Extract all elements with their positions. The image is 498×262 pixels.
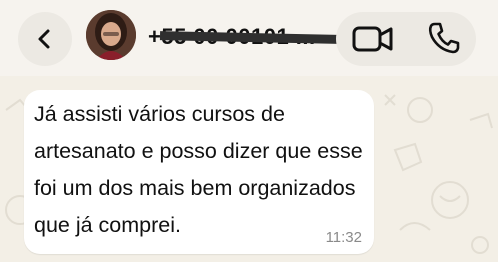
contact-avatar[interactable] — [86, 10, 136, 60]
video-call-button[interactable] — [352, 22, 394, 56]
message-timestamp: 11:32 — [325, 229, 362, 246]
phone-icon — [428, 22, 460, 54]
video-camera-icon — [352, 26, 393, 52]
chevron-left-icon — [38, 29, 50, 49]
chat-header: +55 00 00101 ... — [0, 0, 498, 76]
avatar-photo-icon — [86, 10, 136, 60]
voice-call-button[interactable] — [426, 20, 462, 56]
incoming-message-bubble[interactable]: Já assisti vários cursos de artesanato e… — [24, 90, 374, 254]
message-text: Já assisti vários cursos de artesanato e… — [34, 102, 363, 237]
back-button[interactable] — [18, 12, 72, 66]
